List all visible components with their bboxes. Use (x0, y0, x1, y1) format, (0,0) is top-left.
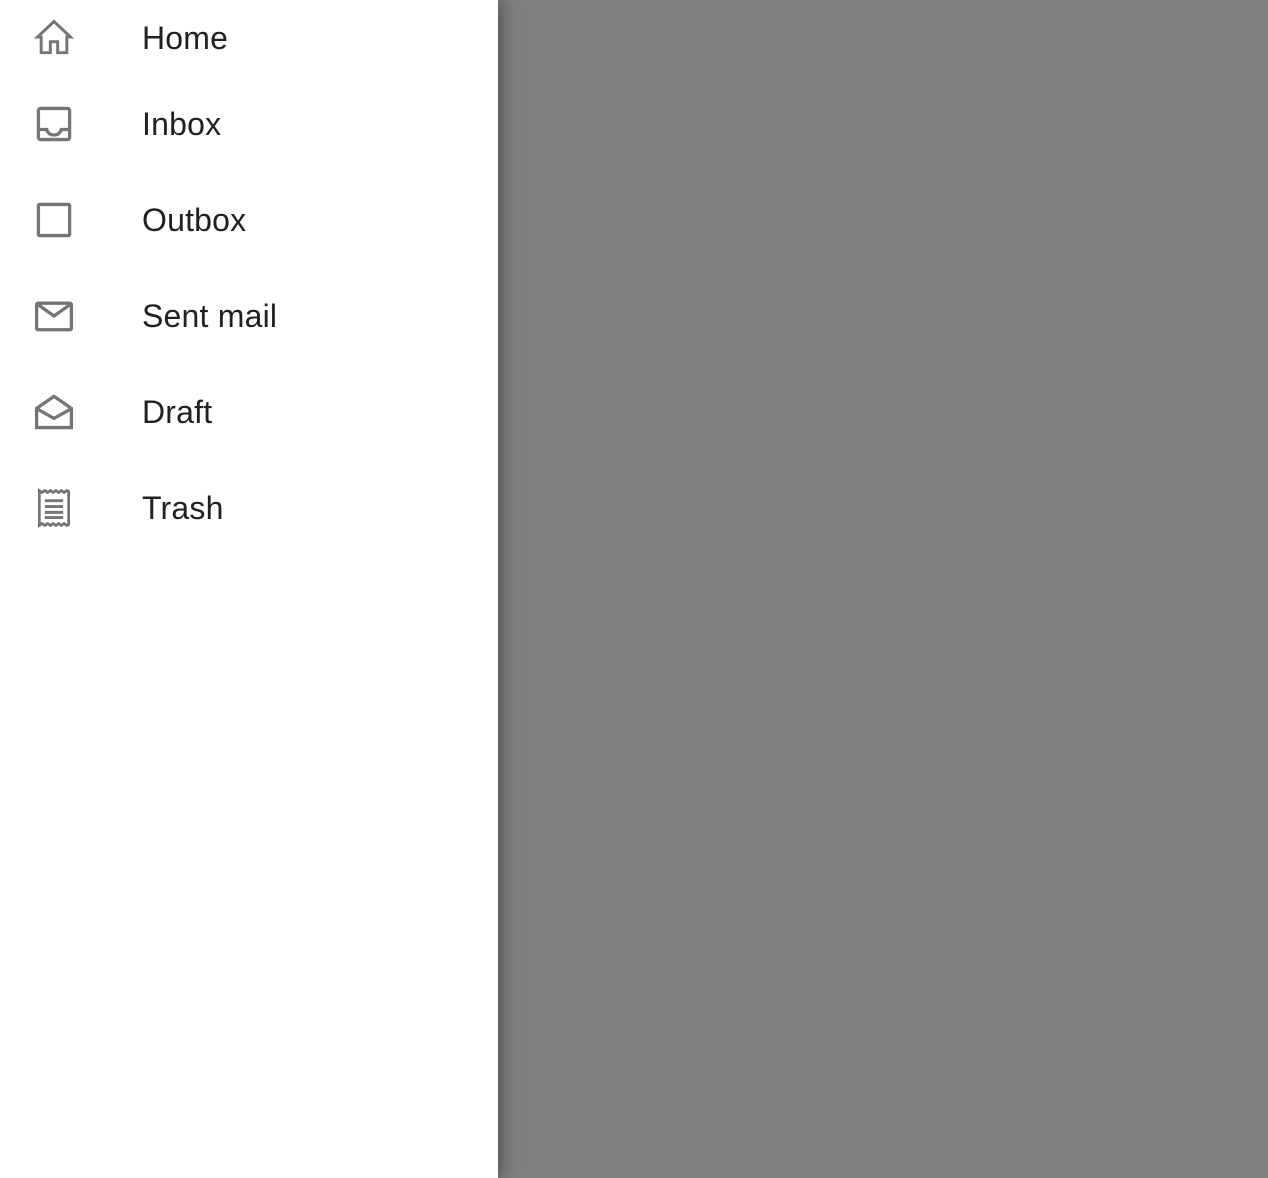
drawer-item-outbox[interactable]: Outbox (0, 172, 498, 268)
drawer-scrim-overlay[interactable] (498, 0, 1268, 1178)
drafts-icon (32, 390, 76, 434)
drawer-item-label: Draft (142, 393, 213, 430)
drawer-item-trash[interactable]: Trash (0, 460, 498, 556)
drawer-item-inbox[interactable]: Inbox (0, 76, 498, 172)
drawer-item-label: Home (142, 19, 229, 56)
outbox-icon (32, 198, 76, 242)
navigation-drawer: Home Inbox Outbox Sent mail Draft Trash (0, 0, 498, 1178)
drawer-item-label: Trash (142, 489, 224, 526)
mail-icon (32, 294, 76, 338)
home-icon (32, 16, 76, 60)
app-screen: Home Inbox Outbox Sent mail Draft Trash (0, 0, 1268, 1178)
drawer-item-label: Outbox (142, 201, 247, 238)
drawer-item-label: Inbox (142, 105, 222, 142)
drawer-item-home[interactable]: Home (0, 0, 498, 76)
receipt-icon (32, 486, 76, 530)
drawer-item-label: Sent mail (142, 297, 278, 334)
drawer-item-sent-mail[interactable]: Sent mail (0, 268, 498, 364)
drawer-item-draft[interactable]: Draft (0, 364, 498, 460)
inbox-icon (32, 102, 76, 146)
drawer-menu: Home Inbox Outbox Sent mail Draft Trash (0, 0, 498, 556)
